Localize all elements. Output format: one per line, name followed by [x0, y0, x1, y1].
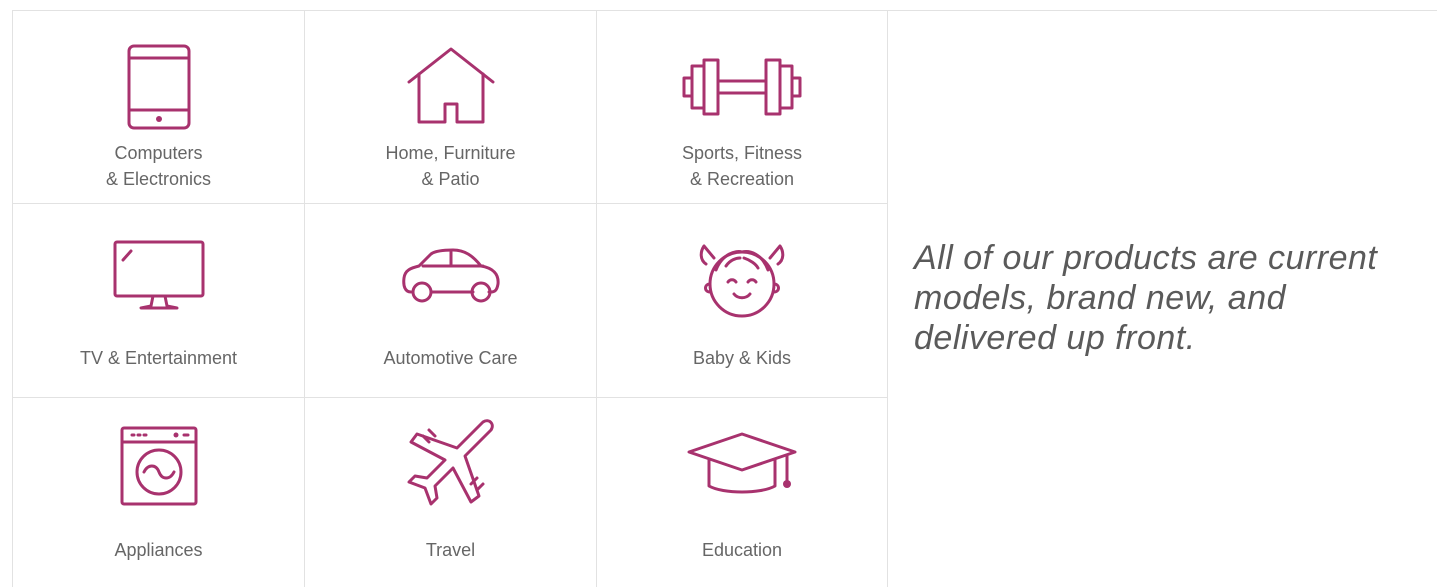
category-tile-baby[interactable]: Baby & Kids — [597, 204, 888, 398]
dumbbell-icon — [682, 58, 802, 116]
airplane-icon — [405, 416, 497, 508]
category-label: Computers & Electronics — [105, 143, 212, 189]
category-label: Sports, Fitness & Recreation — [681, 143, 803, 189]
category-tile-computers[interactable]: Computers & Electronics — [13, 10, 305, 204]
tagline: All of our products are current models, … — [914, 239, 1378, 357]
category-tile-sports[interactable]: Sports, Fitness & Recreation — [597, 10, 888, 204]
category-tile-travel[interactable]: Travel — [305, 398, 597, 587]
category-tile-automotive[interactable]: Automotive Care — [305, 204, 597, 398]
category-label: TV & Entertainment — [79, 348, 238, 368]
tablet-icon — [127, 44, 191, 130]
category-label: Home, Furniture & Patio — [385, 143, 516, 189]
category-section: Computers & Electronics Home, Furniture … — [0, 0, 1437, 587]
baby-face-icon — [696, 236, 788, 320]
category-tile-home[interactable]: Home, Furniture & Patio — [305, 10, 597, 204]
category-label: Automotive Care — [383, 348, 518, 368]
category-tile-appliances[interactable]: Appliances — [13, 398, 305, 587]
washing-machine-icon — [120, 426, 198, 506]
monitor-icon — [113, 240, 205, 314]
car-icon — [401, 248, 501, 306]
category-tile-tv[interactable]: TV & Entertainment — [13, 204, 305, 398]
category-label: Appliances — [114, 540, 203, 560]
category-grid: Computers & Electronics Home, Furniture … — [12, 10, 888, 587]
category-tile-education[interactable]: Education — [597, 398, 888, 587]
category-label: Travel — [425, 540, 476, 560]
category-label: Education — [701, 540, 783, 560]
house-icon — [405, 46, 497, 126]
graduation-cap-icon — [687, 430, 797, 502]
category-label: Baby & Kids — [692, 348, 792, 368]
